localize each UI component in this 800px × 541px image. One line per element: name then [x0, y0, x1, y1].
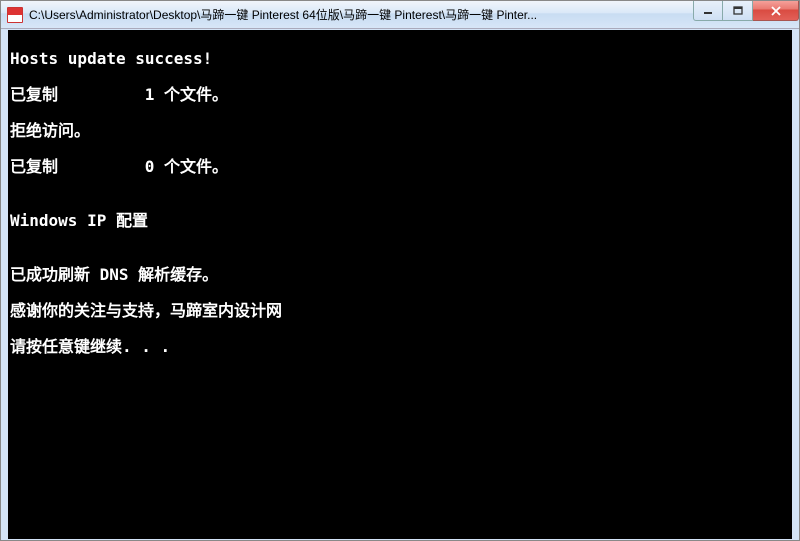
minimize-button[interactable] [693, 1, 723, 21]
console-line: 感谢你的关注与支持，马蹄室内设计网 [10, 302, 790, 320]
console-line: 拒绝访问。 [10, 122, 790, 140]
console-line: 已复制 0 个文件。 [10, 158, 790, 176]
console-line: 已复制 1 个文件。 [10, 86, 790, 104]
console-line: Hosts update success! [10, 50, 790, 68]
console-line: 已成功刷新 DNS 解析缓存。 [10, 266, 790, 284]
maximize-icon [733, 6, 743, 16]
console-line: Windows IP 配置 [10, 212, 790, 230]
window-controls [693, 1, 799, 21]
minimize-icon [703, 6, 713, 16]
window-title: C:\Users\Administrator\Desktop\马蹄一键 Pint… [29, 6, 693, 23]
maximize-button[interactable] [723, 1, 753, 21]
close-icon [770, 6, 782, 16]
titlebar[interactable]: C:\Users\Administrator\Desktop\马蹄一键 Pint… [1, 1, 799, 29]
app-icon [7, 7, 23, 23]
console-output: Hosts update success! 已复制 1 个文件。 拒绝访问。 已… [8, 30, 792, 539]
close-button[interactable] [753, 1, 799, 21]
console-line: 请按任意键继续. . . [10, 338, 790, 356]
